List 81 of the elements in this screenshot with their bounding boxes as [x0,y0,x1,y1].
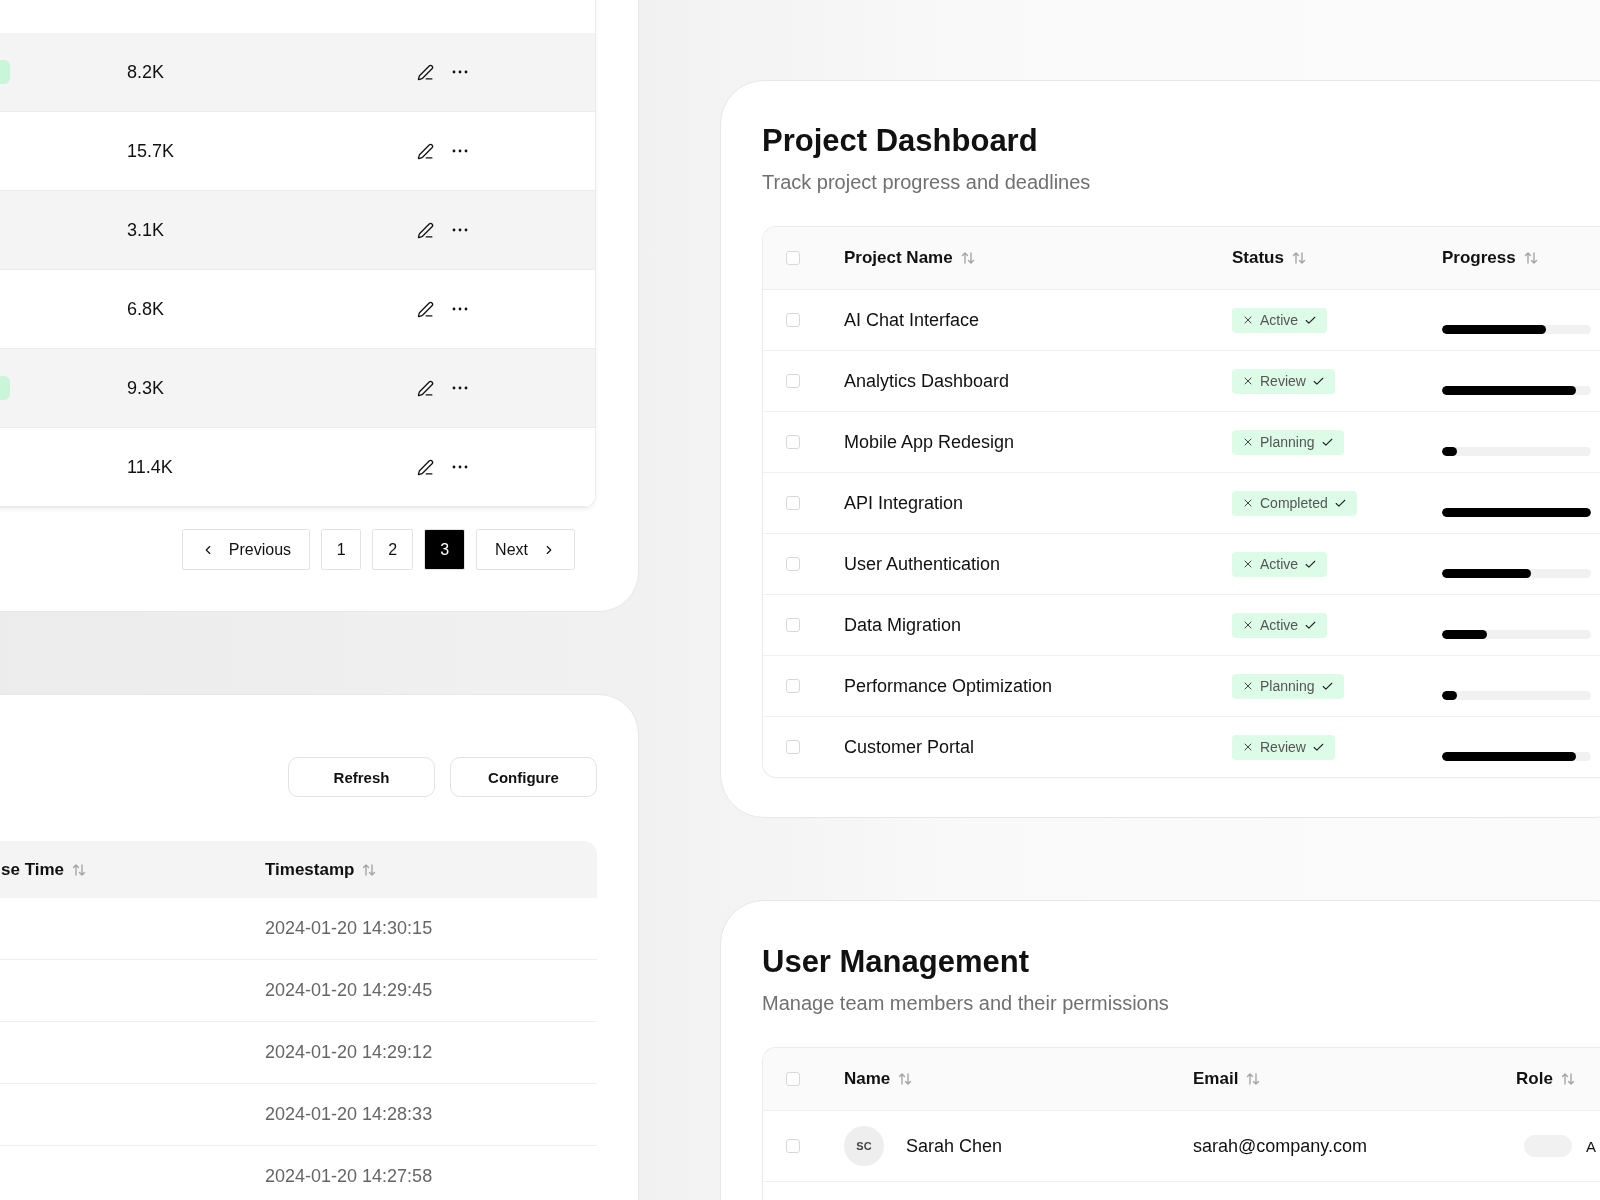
more-icon[interactable] [452,307,468,311]
more-icon[interactable] [452,70,468,74]
project-name: Customer Portal [844,736,975,758]
edit-icon[interactable] [417,300,434,318]
project-name: Analytics Dashboard [844,370,1010,392]
timestamp: 2024-01-20 14:30:15 [265,918,433,939]
checkbox[interactable] [786,740,800,754]
column-header[interactable]: Email [1193,1069,1239,1089]
metric-value: 15.7K [127,140,176,162]
metric-value: 3.1K [127,219,166,241]
checkbox[interactable] [786,679,800,693]
status-badge: Active [1232,551,1328,577]
sort-icon[interactable] [72,862,86,877]
previous-button[interactable]: Previous [181,529,311,570]
edit-icon[interactable] [417,221,434,239]
column-header[interactable]: Name [844,1069,891,1089]
status-badge: Planning [1232,429,1344,455]
project-name: API Integration [844,492,964,514]
more-icon[interactable] [452,465,468,469]
page-button[interactable]: 2 [372,529,414,570]
more-icon[interactable] [452,386,468,390]
sort-icon[interactable] [1523,251,1538,265]
more-icon[interactable] [452,228,468,232]
checkbox[interactable] [786,557,800,571]
page-button[interactable]: 1 [321,529,362,570]
checkbox[interactable] [786,618,800,632]
project-name: Performance Optimization [844,675,1053,697]
user-role: A [1586,1137,1596,1155]
sort-icon[interactable] [1560,1072,1575,1086]
user-email: sarah@company.com [1193,1135,1367,1157]
metric-value: 11.4K [127,456,174,478]
checkbox[interactable] [786,251,800,265]
status-badge: Active [1232,612,1328,638]
timestamp: 2024-01-20 14:29:45 [265,980,433,1001]
card-subtitle: Track project progress and deadlines [762,171,1092,194]
column-header[interactable]: Project Name [844,248,953,268]
sort-icon[interactable] [1291,251,1306,265]
card-subtitle: Manage team members and their permissions [762,992,1170,1015]
configure-button[interactable]: Configure [450,757,597,797]
checkbox[interactable] [786,496,800,510]
project-name: Data Migration [844,614,962,636]
edit-icon[interactable] [417,63,434,81]
card-title: Project Dashboard [762,123,1039,159]
page-button[interactable]: 3 [424,529,466,570]
metric-value: 6.8K [127,298,166,320]
project-name: Mobile App Redesign [844,431,1015,453]
sort-icon[interactable] [898,1072,913,1086]
next-button[interactable]: Next [476,529,575,570]
project-name: User Authentication [844,553,1001,575]
column-header[interactable]: Status [1232,248,1284,268]
checkbox[interactable] [786,374,800,388]
avatar: SC [844,1126,884,1166]
column-header[interactable]: se Time [1,859,64,880]
timestamp: 2024-01-20 14:28:33 [265,1104,433,1125]
more-icon[interactable] [452,149,468,153]
edit-icon[interactable] [417,458,434,476]
status-badge: Planning [1232,673,1344,699]
timestamp: 2024-01-20 14:27:58 [265,1166,433,1187]
column-header[interactable]: Timestamp [265,859,355,880]
sort-icon[interactable] [960,251,975,265]
checkbox[interactable] [786,435,800,449]
timestamp: 2024-01-20 14:29:12 [265,1042,433,1063]
checkbox[interactable] [786,313,800,327]
metric-value: 8.2K [127,61,166,83]
project-name: AI Chat Interface [844,309,980,331]
column-header[interactable]: Progress [1442,248,1516,268]
card-title: User Management [762,944,1031,980]
edit-icon[interactable] [417,142,434,160]
column-header[interactable]: Role [1516,1069,1553,1089]
checkbox[interactable] [786,1072,800,1086]
status-badge: Completed [1232,490,1357,516]
edit-icon[interactable] [417,379,434,397]
sort-icon[interactable] [362,862,377,877]
checkbox[interactable] [786,1139,800,1153]
user-name: Sarah Chen [906,1135,1003,1157]
refresh-button[interactable]: Refresh [288,757,435,797]
metric-value: 9.3K [127,377,166,399]
status-badge: Review [1232,734,1335,760]
status-badge: Review [1232,368,1335,394]
sort-icon[interactable] [1246,1072,1261,1086]
status-badge: Active [1232,307,1328,333]
